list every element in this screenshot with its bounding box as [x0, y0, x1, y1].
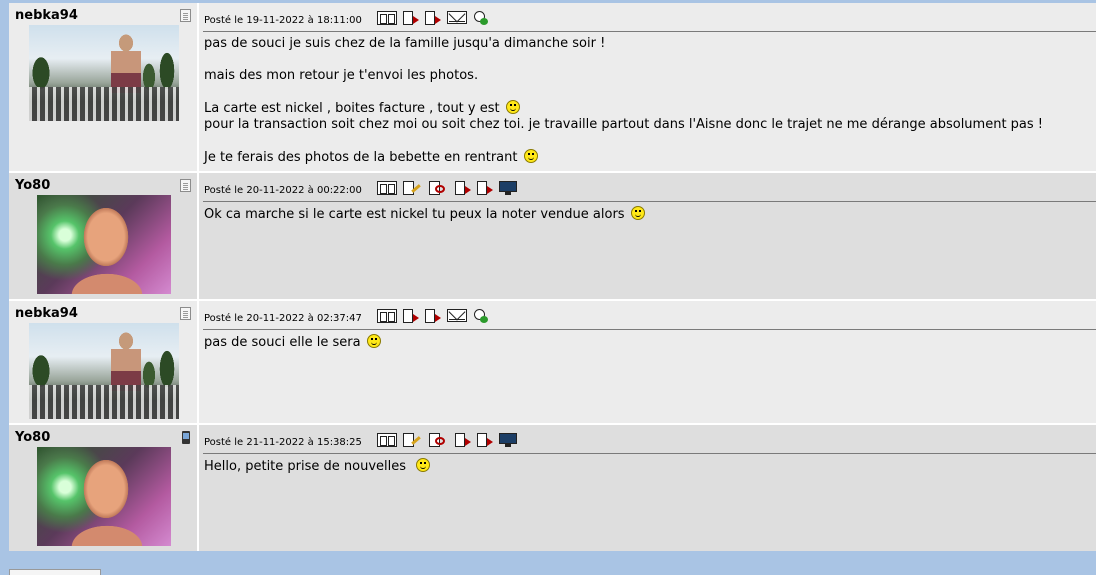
mail-icon[interactable]: [447, 11, 467, 24]
add-multiquote-icon[interactable]: [425, 309, 441, 323]
post-line: La carte est nickel , boites facture , t…: [204, 101, 500, 116]
answer-icon[interactable]: [455, 181, 471, 195]
header-divider: [203, 329, 1096, 330]
quote-icon[interactable]: [377, 181, 397, 195]
username[interactable]: nebka94: [15, 8, 78, 23]
post: Yo80 Posté le 20-11-2022 à 00:22:00 Ok c…: [9, 173, 1096, 299]
post-date: Posté le 19-11-2022 à 18:11:00: [204, 15, 362, 26]
add-multiquote-icon[interactable]: [477, 181, 493, 195]
avatar: [29, 323, 179, 419]
mail-icon[interactable]: [447, 309, 467, 322]
answer-icon[interactable]: [403, 11, 419, 25]
post-line: Ok ca marche si le carte est nickel tu p…: [204, 207, 625, 222]
post: nebka94 Posté le 19-11-2022 à 18:11:00 p…: [9, 3, 1096, 171]
header-divider: [203, 31, 1096, 32]
post: nebka94 Posté le 20-11-2022 à 02:37:47 p…: [9, 301, 1096, 423]
profile-icon[interactable]: [180, 307, 191, 320]
quote-icon[interactable]: [377, 309, 397, 323]
post-line: Je te ferais des photos de la bebette en…: [204, 150, 518, 165]
post-actions: [377, 181, 519, 197]
header-divider: [203, 453, 1096, 454]
profile-icon[interactable]: [180, 9, 191, 22]
username[interactable]: Yo80: [15, 430, 50, 445]
post-body: pas de souci elle le sera: [204, 334, 381, 351]
post-line: mais des mon retour je t'envoi les photo…: [204, 68, 479, 83]
smiley-icon: [416, 458, 431, 472]
answer-icon[interactable]: [455, 433, 471, 447]
post-body: pas de souci je suis chez de la famille …: [204, 36, 1043, 166]
private-message-icon[interactable]: [473, 309, 489, 323]
delete-icon[interactable]: [429, 433, 449, 447]
post-author-panel: nebka94: [9, 3, 199, 171]
smiley-icon: [523, 149, 538, 163]
desktop-icon: [499, 433, 519, 447]
smiley-icon: [630, 206, 645, 220]
post-date: Posté le 20-11-2022 à 02:37:47: [204, 313, 362, 324]
forum-thread: nebka94 Posté le 19-11-2022 à 18:11:00 p…: [9, 3, 1096, 551]
post-author-panel: Yo80: [9, 173, 199, 299]
post-author-panel: Yo80: [9, 425, 199, 551]
profile-icon[interactable]: [180, 179, 191, 192]
avatar: [37, 447, 171, 546]
post-line: pas de souci je suis chez de la famille …: [204, 36, 606, 51]
post-content: Posté le 20-11-2022 à 00:22:00 Ok ca mar…: [199, 173, 1096, 299]
post-content: Posté le 19-11-2022 à 18:11:00 pas de so…: [199, 3, 1096, 171]
quote-icon[interactable]: [377, 11, 397, 25]
edit-icon[interactable]: [403, 433, 423, 447]
smiley-icon: [366, 334, 381, 348]
desktop-icon: [499, 181, 519, 195]
delete-icon[interactable]: [429, 181, 449, 195]
username[interactable]: Yo80: [15, 178, 50, 193]
post-line: pour la transaction soit chez moi ou soi…: [204, 117, 1044, 132]
post-actions: [377, 433, 519, 449]
post-line: Hello, petite prise de nouvelles: [204, 459, 407, 474]
post-body: Ok ca marche si le carte est nickel tu p…: [204, 206, 645, 223]
post-actions: [377, 11, 489, 27]
post-content: Posté le 21-11-2022 à 15:38:25 Hello, pe…: [199, 425, 1096, 551]
post-date: Posté le 21-11-2022 à 15:38:25: [204, 437, 362, 448]
post-line: pas de souci elle le sera: [204, 335, 361, 350]
smiley-icon: [505, 100, 520, 114]
bottom-tab: [9, 569, 101, 575]
post-date: Posté le 20-11-2022 à 00:22:00: [204, 185, 362, 196]
post-author-panel: nebka94: [9, 301, 199, 423]
add-multiquote-icon[interactable]: [425, 11, 441, 25]
answer-icon[interactable]: [403, 309, 419, 323]
add-multiquote-icon[interactable]: [477, 433, 493, 447]
username[interactable]: nebka94: [15, 306, 78, 321]
post: Yo80 Posté le 21-11-2022 à 15:38:25 Hell…: [9, 425, 1096, 551]
private-message-icon[interactable]: [473, 11, 489, 25]
edit-icon[interactable]: [403, 181, 423, 195]
post-content: Posté le 20-11-2022 à 02:37:47 pas de so…: [199, 301, 1096, 423]
post-body: Hello, petite prise de nouvelles: [204, 458, 431, 475]
mobile-icon: [182, 431, 190, 444]
avatar: [29, 25, 179, 121]
quote-icon[interactable]: [377, 433, 397, 447]
post-actions: [377, 309, 489, 325]
header-divider: [203, 201, 1096, 202]
avatar: [37, 195, 171, 294]
